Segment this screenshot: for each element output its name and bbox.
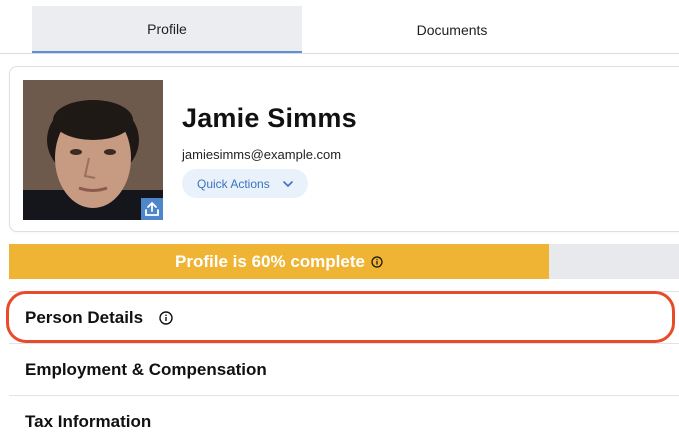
profile-progress-bar: Profile is 60% complete: [9, 244, 679, 279]
profile-photo: [23, 80, 163, 220]
tab-documents[interactable]: Documents: [302, 6, 602, 53]
profile-card: Jamie Simms jamiesimms@example.com Quick…: [9, 66, 679, 232]
section-tax-information[interactable]: Tax Information: [9, 395, 679, 432]
info-icon[interactable]: [371, 255, 383, 268]
section-label: Employment & Compensation: [25, 359, 267, 379]
section-label: Tax Information: [25, 411, 152, 431]
profile-email: jamiesimms@example.com: [182, 147, 342, 162]
profile-name: Jamie Simms: [182, 103, 357, 133]
section-employment-compensation[interactable]: Employment & Compensation: [9, 343, 679, 395]
info-icon[interactable]: [159, 310, 173, 325]
chevron-down-icon: [283, 181, 293, 188]
quick-actions-button[interactable]: Quick Actions: [182, 169, 308, 198]
progress-label: Profile is 60% complete: [175, 251, 365, 271]
section-person-details[interactable]: Person Details: [9, 291, 679, 343]
tab-bar: Profile Documents: [0, 0, 679, 54]
upload-photo-button[interactable]: [141, 198, 163, 220]
progress-label-wrap: Profile is 60% complete: [9, 244, 549, 279]
tab-profile[interactable]: Profile: [32, 6, 302, 53]
quick-actions-label: Quick Actions: [197, 176, 270, 191]
section-label: Person Details: [25, 307, 144, 327]
upload-icon: [145, 202, 159, 216]
